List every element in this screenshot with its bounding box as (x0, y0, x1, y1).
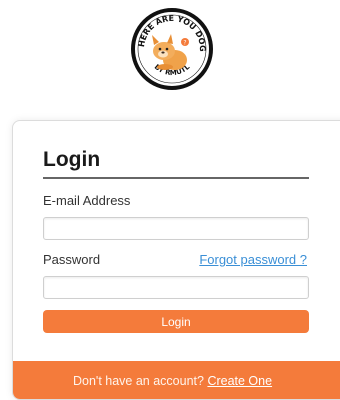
svg-text:?: ? (183, 40, 186, 47)
signup-prompt: Don't have an account? (73, 374, 204, 388)
login-title: Login (43, 148, 101, 171)
forgot-password-link[interactable]: Forgot password ? (199, 252, 307, 267)
password-field[interactable] (43, 276, 309, 299)
app-logo: WHERE ARE YOU DOG? BY RMUTL ? (131, 8, 213, 90)
email-label: E-mail Address (43, 193, 131, 208)
login-button[interactable]: Login (43, 310, 309, 333)
signup-footer: Don't have an account? Create One (13, 361, 340, 399)
create-account-link[interactable]: Create One (207, 374, 272, 388)
password-label: Password (43, 252, 101, 267)
french-bulldog-icon: WHERE ARE YOU DOG? BY RMUTL ? (131, 8, 213, 90)
login-card: Login E-mail Address Password Forgot pas… (12, 120, 340, 400)
title-divider (43, 177, 309, 179)
signup-prompt-row: Don't have an account? Create One (73, 374, 272, 388)
email-field[interactable] (43, 217, 309, 240)
